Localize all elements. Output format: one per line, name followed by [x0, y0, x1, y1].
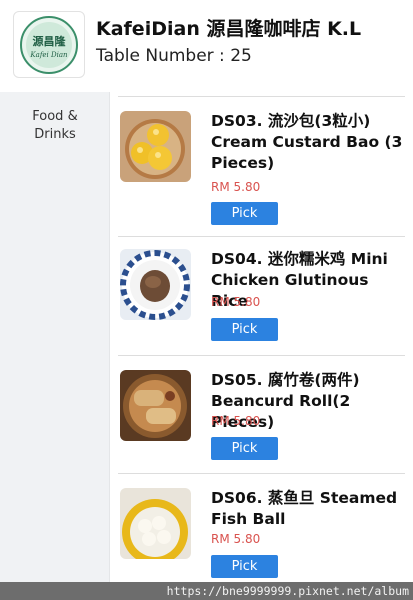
watermark: https://bne9999999.pixnet.net/album — [0, 582, 413, 600]
menu-item: DS06. 蒸鱼旦 Steamed Fish Ball RM 5.80 Pick — [110, 474, 413, 582]
pick-button[interactable]: Pick — [211, 202, 278, 225]
logo-text: 源昌隆 — [33, 34, 67, 48]
pick-button[interactable]: Pick — [211, 318, 278, 341]
menu-list[interactable]: DS03. 流沙包(3粒小) Cream Custard Bao (3 Piec… — [110, 92, 413, 582]
item-name: DS03. 流沙包(3粒小) Cream Custard Bao (3 Piec… — [211, 112, 403, 172]
logo-subtext: Kafei Dian — [29, 51, 68, 59]
custard-bao-photo — [120, 111, 191, 182]
item-price: RM 5.80 — [211, 532, 261, 546]
fish-ball-photo — [120, 488, 191, 559]
pick-button[interactable]: Pick — [211, 555, 278, 578]
pick-button[interactable]: Pick — [211, 437, 278, 460]
category-sidebar: Food & Drinks — [0, 92, 110, 600]
item-price: RM 5.80 — [211, 295, 261, 309]
beancurd-roll-photo — [120, 370, 191, 441]
menu-item: DS03. 流沙包(3粒小) Cream Custard Bao (3 Piec… — [110, 97, 413, 237]
item-price: RM 5.80 — [211, 180, 261, 194]
store-logo-icon: 源昌隆 Kafei Dian — [13, 11, 85, 78]
item-price: RM 5.80 — [211, 414, 261, 428]
page-title: KafeiDian 源昌隆咖啡店 K.L — [96, 18, 362, 40]
menu-item: DS05. 腐竹卷(两件) Beancurd Roll(2 Pieces) RM… — [110, 356, 413, 474]
sidebar-item-food-drinks[interactable]: Food & Drinks — [0, 108, 110, 144]
glutinous-rice-photo — [120, 249, 191, 320]
item-name: DS06. 蒸鱼旦 Steamed Fish Ball — [211, 489, 398, 528]
table-number: Table Number : 25 — [96, 46, 252, 66]
menu-item: DS04. 迷你糯米鸡 Mini Chicken Glutinous Rice … — [110, 237, 413, 356]
header: 源昌隆 Kafei Dian KafeiDian 源昌隆咖啡店 K.L Tabl… — [0, 0, 413, 92]
